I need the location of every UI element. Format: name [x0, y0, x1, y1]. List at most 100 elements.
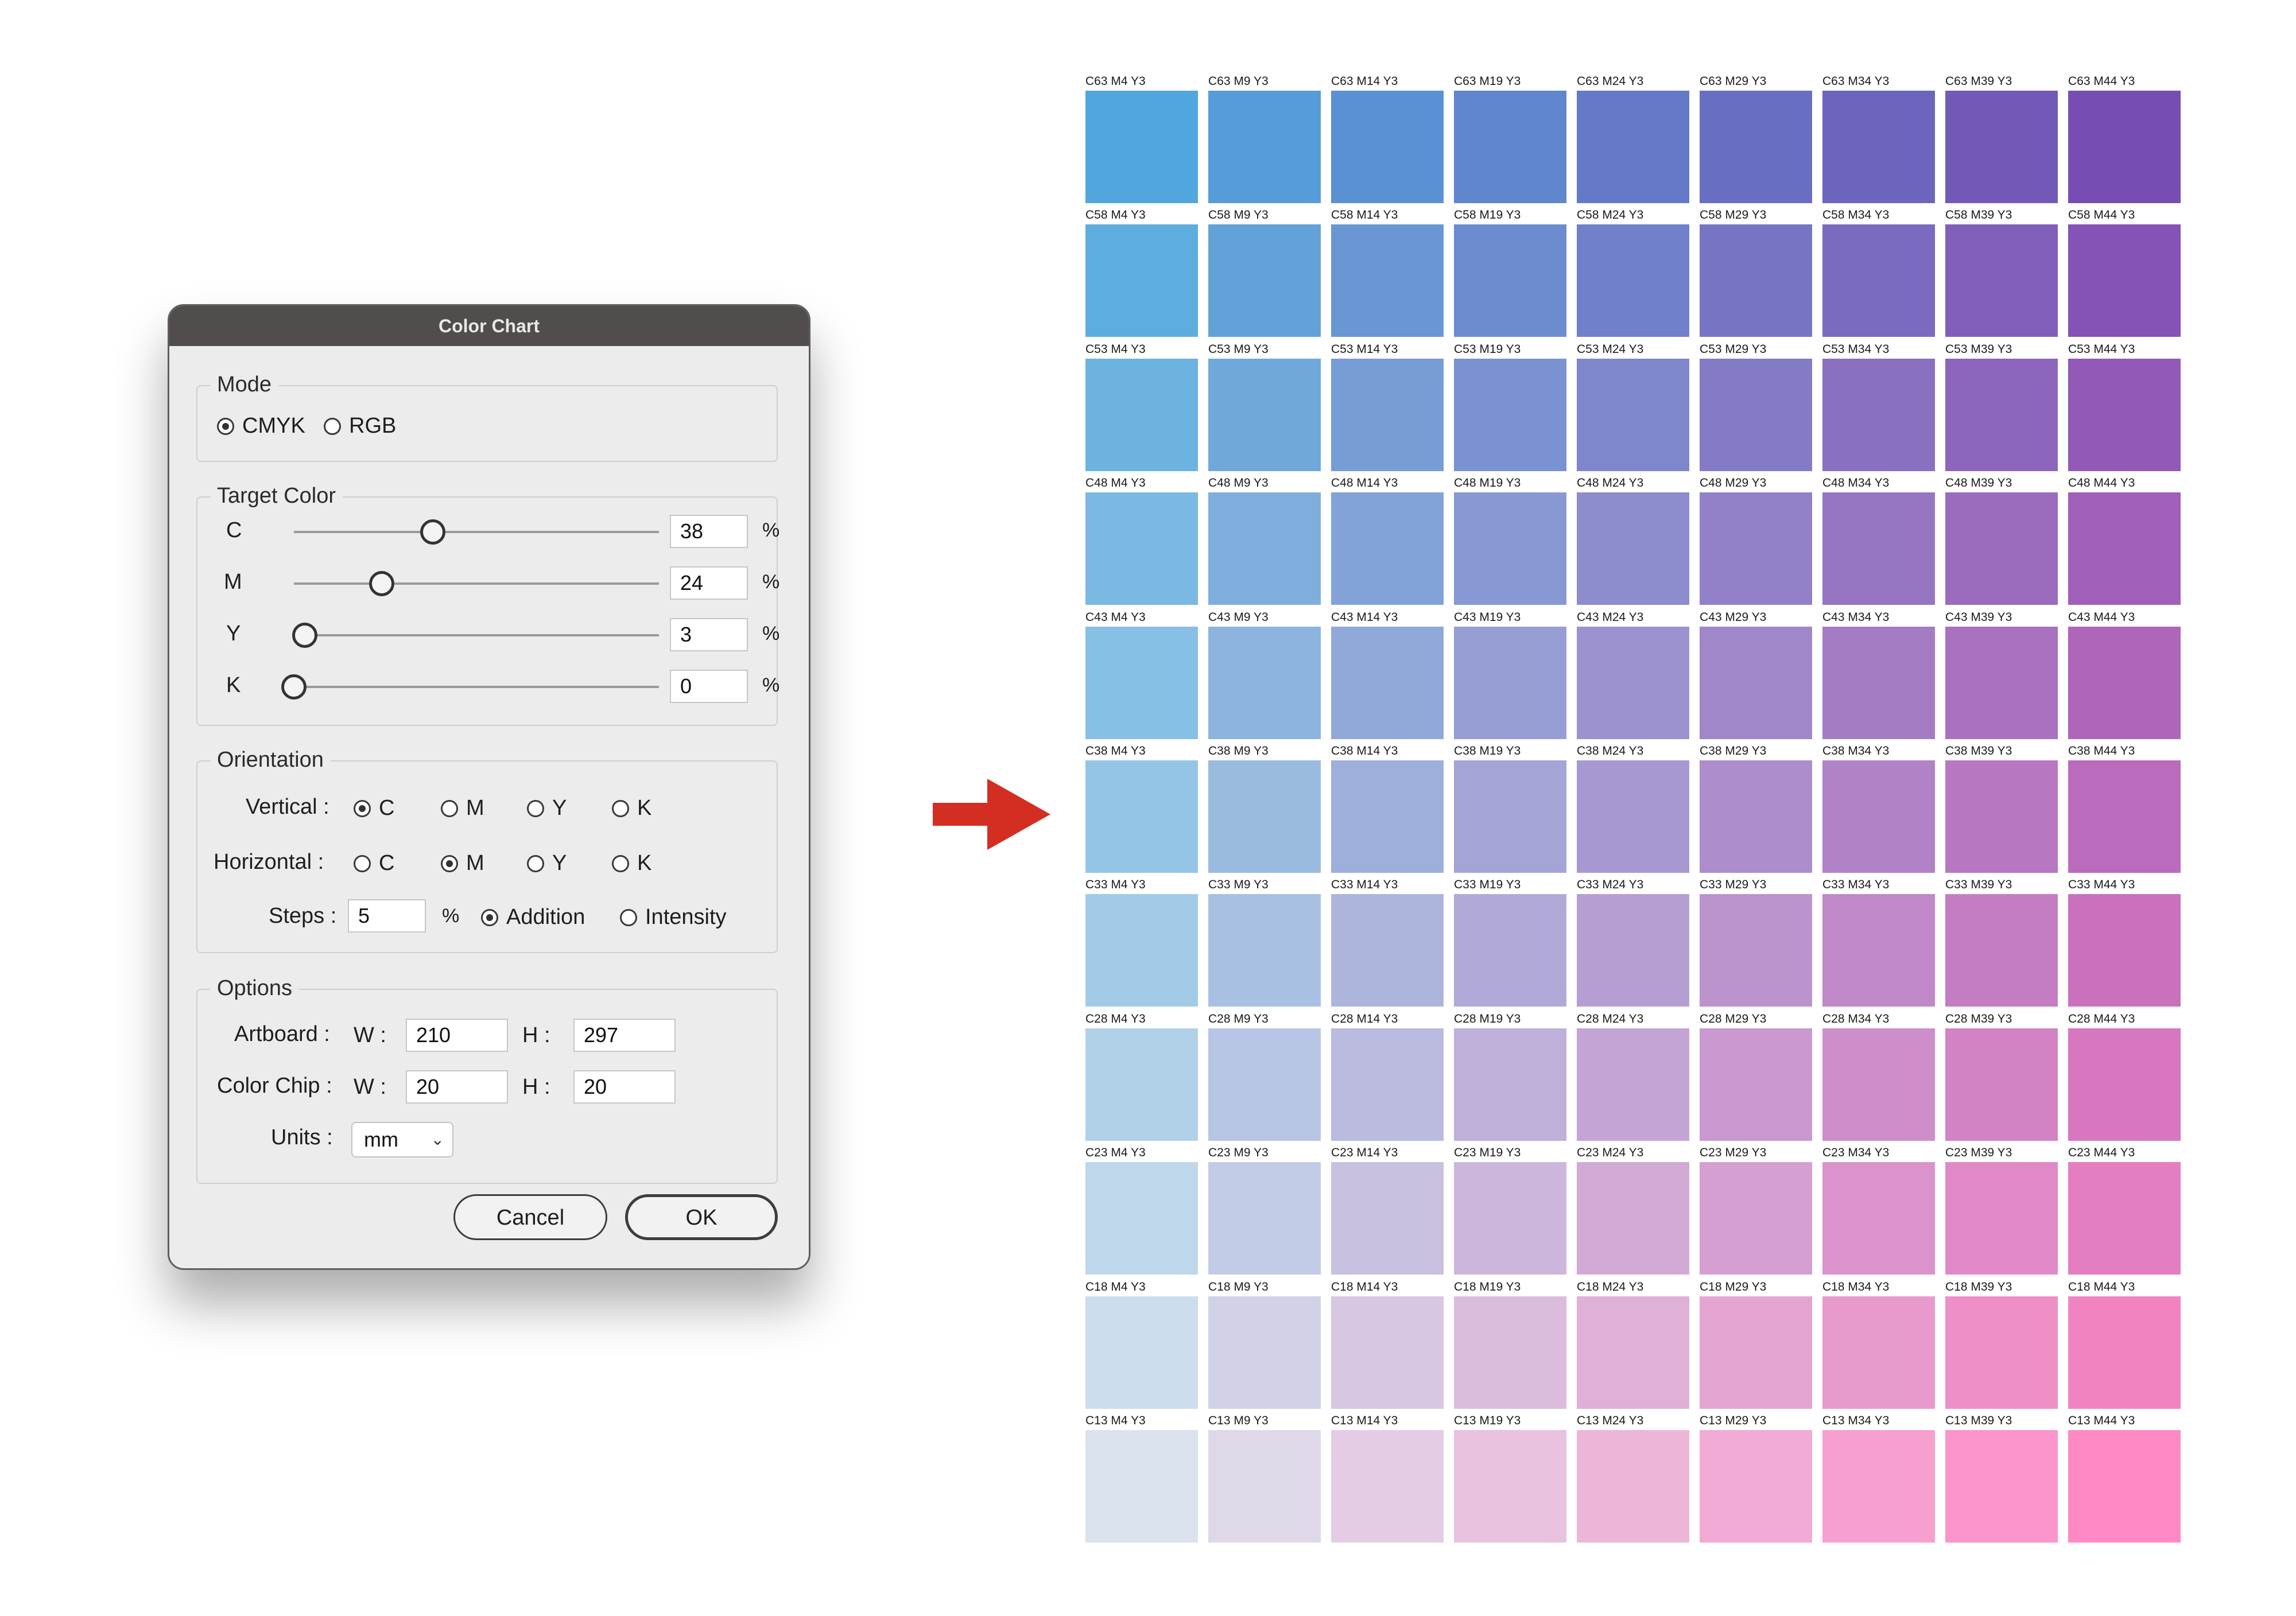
- color-chip: [1945, 1296, 2058, 1409]
- chip-label: C48 M9 Y3: [1208, 476, 1269, 490]
- chip-label: C43 M34 Y3: [1822, 610, 1890, 624]
- color-chip: [1577, 1162, 1689, 1275]
- chip-label: C48 M19 Y3: [1454, 476, 1521, 490]
- color-chip: [1085, 1430, 1198, 1543]
- chip-label: C28 M44 Y3: [2068, 1012, 2135, 1025]
- chip-label: C13 M14 Y3: [1331, 1414, 1398, 1427]
- color-chip: [1577, 358, 1689, 471]
- chip-label: C28 M9 Y3: [1208, 1012, 1269, 1025]
- chip-label: C48 M34 Y3: [1822, 476, 1890, 490]
- chip-label: C18 M19 Y3: [1454, 1280, 1521, 1293]
- chip-label: C38 M44 Y3: [2068, 744, 2135, 758]
- color-chip: [1085, 358, 1198, 471]
- color-chip: [1700, 358, 1812, 471]
- color-chip: [1208, 1162, 1321, 1275]
- chip-label: C28 M39 Y3: [1945, 1012, 2012, 1025]
- color-chip: [1454, 224, 1566, 337]
- color-chip: [1945, 224, 2058, 337]
- color-chip: [1331, 492, 1444, 605]
- color-chip: [1208, 760, 1321, 873]
- chip-label: C18 M9 Y3: [1208, 1280, 1269, 1293]
- color-chip: [1700, 1296, 1812, 1409]
- chip-label: C28 M4 Y3: [1085, 1012, 1146, 1025]
- chip-label: C18 M29 Y3: [1700, 1280, 1767, 1293]
- chip-label: C23 M44 Y3: [2068, 1146, 2135, 1160]
- color-chip: [1945, 626, 2058, 739]
- color-chip: [1208, 1028, 1321, 1141]
- chip-label: C53 M24 Y3: [1577, 342, 1644, 356]
- color-chip: [2068, 1296, 2181, 1409]
- color-chip: [1700, 894, 1812, 1007]
- chip-label: C58 M29 Y3: [1700, 208, 1767, 222]
- chip-label: C33 M39 Y3: [1945, 878, 2012, 892]
- chip-label: C63 M14 Y3: [1331, 75, 1398, 88]
- chip-label: C48 M14 Y3: [1331, 476, 1398, 490]
- color-chip: [1208, 358, 1321, 471]
- chip-label: C43 M9 Y3: [1208, 610, 1269, 624]
- color-chip: [1945, 1162, 2058, 1275]
- color-chip: [1577, 1430, 1689, 1543]
- color-chip: [1700, 1430, 1812, 1543]
- chip-label: C53 M4 Y3: [1085, 342, 1146, 356]
- chip-label: C18 M4 Y3: [1085, 1280, 1146, 1293]
- chip-label: C18 M14 Y3: [1331, 1280, 1398, 1293]
- color-chip: [1822, 1028, 1935, 1141]
- color-chip: [2068, 1028, 2181, 1141]
- color-chart-grid: C63 M4 Y3 C63 M9 Y3 C63 M14 Y3 C63 M19 Y3 C6…: [0, 0, 2296, 1616]
- chip-label: C13 M4 Y3: [1085, 1414, 1146, 1427]
- color-chip: [1454, 760, 1566, 873]
- color-chip: [1577, 1296, 1689, 1409]
- color-chip: [1945, 760, 2058, 873]
- color-chip: [1454, 358, 1566, 471]
- chip-label: C53 M19 Y3: [1454, 342, 1521, 356]
- color-chip: [2068, 224, 2181, 337]
- color-chip: [1822, 358, 1935, 471]
- color-chip: [1945, 358, 2058, 471]
- chip-label: C28 M34 Y3: [1822, 1012, 1890, 1025]
- chip-label: C33 M9 Y3: [1208, 878, 1269, 892]
- color-chip: [2068, 1430, 2181, 1543]
- color-chip: [1822, 91, 1935, 203]
- chip-label: C23 M24 Y3: [1577, 1146, 1644, 1160]
- color-chip: [2068, 492, 2181, 605]
- color-chip: [1700, 91, 1812, 203]
- chip-label: C53 M34 Y3: [1822, 342, 1890, 356]
- color-chip: [2068, 894, 2181, 1007]
- color-chip: [1700, 492, 1812, 605]
- color-chip: [1577, 91, 1689, 203]
- color-chip: [1085, 626, 1198, 739]
- chip-label: C18 M24 Y3: [1577, 1280, 1644, 1293]
- color-chip: [1454, 492, 1566, 605]
- color-chip: [1822, 1162, 1935, 1275]
- chip-label: C58 M19 Y3: [1454, 208, 1521, 222]
- chip-label: C13 M19 Y3: [1454, 1414, 1521, 1427]
- chip-label: C63 M19 Y3: [1454, 75, 1521, 88]
- color-chip: [1945, 91, 2058, 203]
- chip-label: C63 M29 Y3: [1700, 75, 1767, 88]
- color-chip: [1085, 1296, 1198, 1409]
- color-chip: [1454, 1296, 1566, 1409]
- color-chip: [1577, 626, 1689, 739]
- color-chip: [1208, 1430, 1321, 1543]
- chip-label: C38 M34 Y3: [1822, 744, 1890, 758]
- chip-label: C33 M29 Y3: [1700, 878, 1767, 892]
- color-chip: [1454, 1430, 1566, 1543]
- chip-label: C53 M14 Y3: [1331, 342, 1398, 356]
- chip-label: C23 M34 Y3: [1822, 1146, 1890, 1160]
- chip-label: C48 M39 Y3: [1945, 476, 2012, 490]
- chip-label: C13 M34 Y3: [1822, 1414, 1890, 1427]
- chip-label: C23 M9 Y3: [1208, 1146, 1269, 1160]
- chip-label: C23 M29 Y3: [1700, 1146, 1767, 1160]
- color-chip: [1085, 91, 1198, 203]
- chip-label: C53 M44 Y3: [2068, 342, 2135, 356]
- color-chip: [2068, 760, 2181, 873]
- color-chip: [1331, 1430, 1444, 1543]
- chip-label: C33 M14 Y3: [1331, 878, 1398, 892]
- chip-label: C63 M4 Y3: [1085, 75, 1146, 88]
- chip-label: C13 M9 Y3: [1208, 1414, 1269, 1427]
- color-chip: [1577, 224, 1689, 337]
- chip-label: C38 M24 Y3: [1577, 744, 1644, 758]
- chip-label: C43 M39 Y3: [1945, 610, 2012, 624]
- chip-label: C38 M19 Y3: [1454, 744, 1521, 758]
- color-chip: [1454, 894, 1566, 1007]
